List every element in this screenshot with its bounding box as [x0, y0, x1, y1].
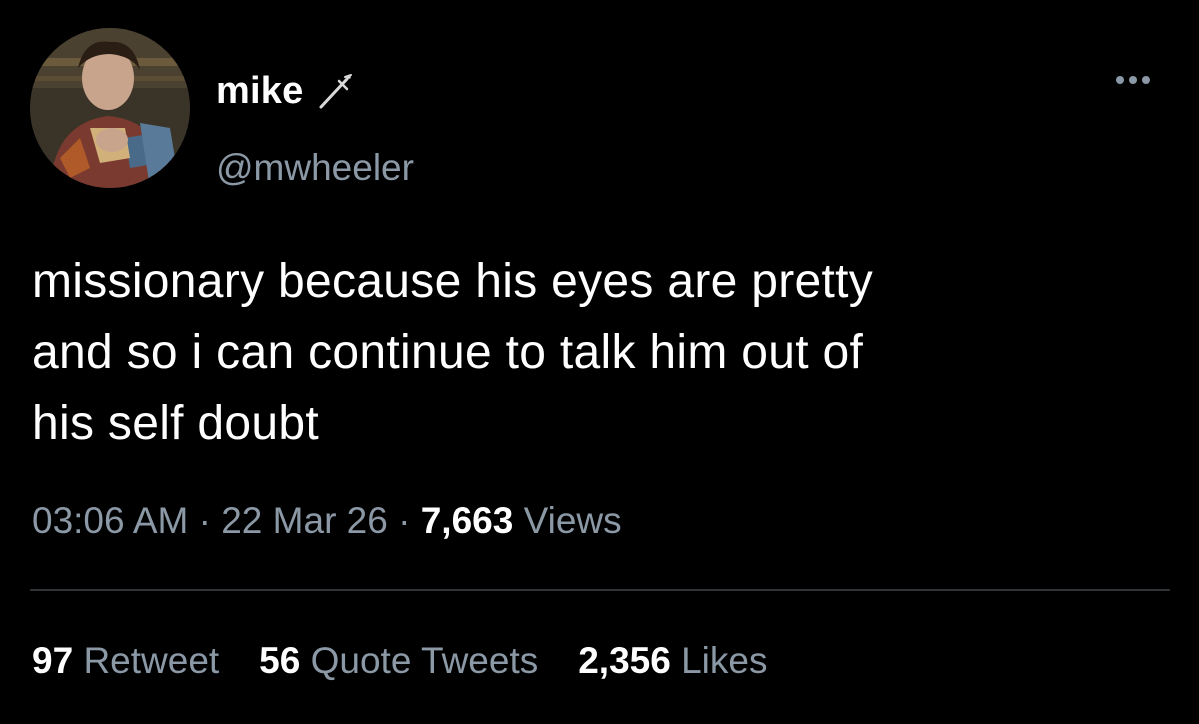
quote-tweets-count: 56 — [259, 640, 301, 681]
quote-tweets-stat[interactable]: 56 Quote Tweets — [259, 640, 538, 682]
likes-count: 2,356 — [578, 640, 671, 681]
divider — [30, 589, 1170, 591]
views-label: Views — [523, 500, 622, 541]
views-count: 7,663 — [420, 500, 514, 541]
display-name[interactable]: mike — [216, 70, 303, 113]
author-handle[interactable]: @mwheeler — [216, 147, 414, 189]
quote-tweets-label: Quote Tweets — [310, 640, 539, 681]
tweet-date[interactable]: 22 Mar 26 — [221, 500, 388, 541]
meta-separator: · — [198, 500, 211, 541]
meta-separator: · — [398, 500, 411, 541]
tweet-meta: 03:06 AM · 22 Mar 26 · 7,663 Views — [32, 500, 622, 542]
tweet-card: mike @mwheeler missionary because his ey… — [0, 0, 1199, 724]
tweet-time[interactable]: 03:06 AM — [32, 500, 188, 541]
more-options-icon[interactable] — [1112, 68, 1154, 92]
retweets-label: Retweet — [83, 640, 220, 681]
tweet-line: his self doubt — [32, 397, 320, 450]
retweets-count: 97 — [32, 640, 74, 681]
likes-label: Likes — [681, 640, 768, 681]
author-name-row[interactable]: mike — [216, 66, 355, 116]
likes-stat[interactable]: 2,356 Likes — [578, 640, 767, 682]
retweets-stat[interactable]: 97 Retweet — [32, 640, 219, 682]
tweet-line: missionary because his eyes are pretty — [32, 255, 874, 308]
avatar[interactable] — [30, 28, 190, 188]
dagger-icon — [315, 71, 355, 111]
tweet-line: and so i can continue to talk him out of — [32, 326, 864, 379]
tweet-body: missionary because his eyes are pretty a… — [32, 246, 1172, 459]
engagement-stats: 97 Retweet 56 Quote Tweets 2,356 Likes — [32, 640, 768, 682]
avatar-image — [30, 28, 190, 188]
